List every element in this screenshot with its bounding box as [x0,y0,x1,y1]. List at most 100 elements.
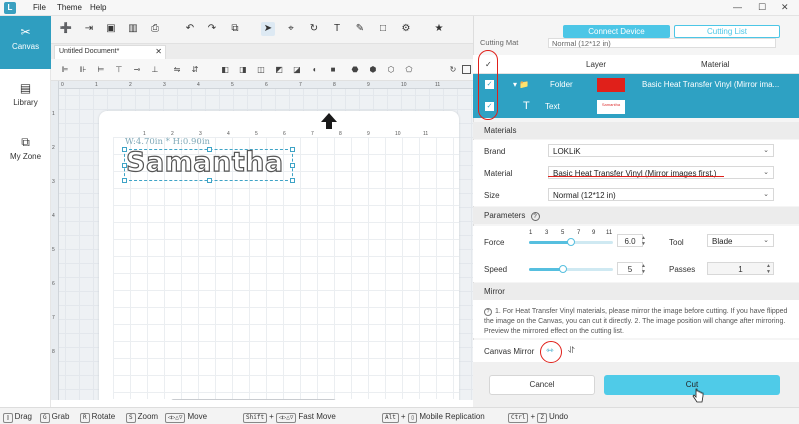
redo-icon[interactable]: ↷ [205,22,219,36]
mirror-vertical-icon[interactable]: ⥯ [568,345,575,356]
align-bottom-icon[interactable]: ⊥ [149,64,161,76]
subtract-icon[interactable]: ◩ [273,64,285,76]
force-slider-knob[interactable] [567,238,575,246]
save-as-icon[interactable]: ▥ [126,22,140,36]
combine-icon[interactable]: ■ [327,64,339,76]
resize-handle[interactable] [207,178,212,183]
flip-vertical-icon[interactable]: ⇵ [189,64,201,76]
align-left-icon[interactable]: ⊫ [59,64,71,76]
stepper-down-icon[interactable]: ▼ [641,270,646,275]
stepper-down-icon[interactable]: ▼ [766,270,771,275]
new-file-icon[interactable]: ➕ [59,22,73,36]
force-input[interactable]: 6.0 [617,234,643,247]
ruler-tick-label: 1 [52,111,55,117]
tool-select[interactable]: Blade ⌄ [707,234,774,247]
resize-handle[interactable] [290,147,295,152]
intersect-icon[interactable]: ◪ [291,64,303,76]
undo-icon[interactable]: ↶ [183,22,197,36]
passes-label: Passes [669,265,696,274]
group-icon[interactable]: ◧ [219,64,231,76]
passes-input[interactable]: 1 [707,262,774,275]
design-text-samantha[interactable]: Samantha [125,146,283,178]
resize-handle[interactable] [290,163,295,168]
layer-color-swatch[interactable] [597,78,625,92]
select-tool-icon[interactable]: ➤ [261,22,275,36]
align-right-icon[interactable]: ⊨ [95,64,107,76]
duplicate-icon[interactable]: ⧉ [228,22,242,36]
save-icon[interactable]: ▣ [104,22,118,36]
force-tick: 11 [606,230,613,236]
ruler-tick-label: 5 [52,247,55,253]
info-icon[interactable]: ? [530,212,540,221]
import-icon[interactable]: ⇥ [82,22,96,36]
favorite-icon[interactable]: ★ [432,22,446,36]
pen-tool-icon[interactable]: ✎ [353,22,367,36]
layer-thumbnail[interactable]: Samantha [597,100,625,114]
refresh-icon[interactable]: ↻ [447,64,459,76]
speed-slider-knob[interactable] [558,265,567,273]
close-tab-icon[interactable]: ✕ [155,47,162,56]
print-icon[interactable]: ⎙ [148,22,162,36]
rotate-tool-icon[interactable]: ↻ [307,22,321,36]
bring-front-icon[interactable]: ⬣ [349,64,361,76]
exclude-icon[interactable]: ◐ [309,64,321,76]
nav-my-zone[interactable]: ⧉ My Zone [0,126,51,179]
text-tool-icon[interactable]: T [330,22,344,36]
status-rotate: R Rotate [80,412,115,423]
settings-tool-icon[interactable]: ⚙ [399,22,413,36]
layer-column-header: Layer [586,60,607,69]
weld-icon[interactable]: ◫ [255,64,267,76]
cutting-list-button[interactable]: Cutting List [674,25,780,38]
ruler-tick-label: 8 [339,131,342,137]
resize-handle[interactable] [122,178,127,183]
bring-forward-icon[interactable]: ⬢ [367,64,379,76]
layer-row-text[interactable]: ✓ T Text Samantha [473,96,799,118]
force-slider[interactable] [529,238,613,246]
shape-tool-icon[interactable]: □ [376,22,390,36]
speed-input[interactable]: 5 [617,262,643,275]
layer-row-folder[interactable]: ✓ ▾ 📁 Folder Basic Heat Transfer Vinyl (… [473,74,799,96]
menu-file[interactable]: File [33,3,46,12]
status-bar: ▯ Drag G Grab R Rotate S Zoom ◁▷△▽ Move Shift… [0,407,799,424]
canvas-mirror-label: Canvas Mirror [484,347,535,356]
align-middle-icon[interactable]: ⊸ [131,64,143,76]
align-top-icon[interactable]: ⊤ [113,64,125,76]
nav-library[interactable]: ▤ Library [0,72,51,125]
mirror-section-title: Mirror [473,283,799,300]
menu-help[interactable]: Help [90,3,106,12]
maximize-button[interactable]: ☐ [758,2,766,13]
status-mobile-replication: Alt + ▯ Mobile Replication [382,412,485,423]
minimize-button[interactable]: — [733,2,742,12]
nav-canvas[interactable]: ✂ Canvas [0,16,51,69]
cancel-button[interactable]: Cancel [489,375,595,395]
force-row: Force 1 3 5 7 9 11 6.0 ▲ ▼ Tool Blade ⌄ [473,226,799,258]
close-button[interactable]: ✕ [781,2,789,13]
menu-theme[interactable]: Theme [57,3,82,12]
material-select[interactable]: Basic Heat Transfer Vinyl (Mirror images… [548,166,774,179]
cutting-mat-select[interactable]: Normal (12*12 in) [548,38,776,48]
annotation-circle-mirror [540,341,562,363]
send-back-icon[interactable]: ⬠ [403,64,415,76]
design-canvas[interactable]: 0 1 2 3 4 5 6 7 8 9 10 11 1 2 3 4 5 6 7 8 9 10 11 12345678 W:… [51,81,473,400]
canvas-mirror-row: Canvas Mirror ⇿ ⥯ [473,340,799,362]
force-tick: 3 [545,230,549,236]
size-select[interactable]: Normal (12*12 in) ⌄ [548,188,774,201]
node-edit-icon[interactable]: ⌖ [284,22,298,36]
ungroup-icon[interactable]: ◨ [237,64,249,76]
brand-select[interactable]: LOKLiK ⌄ [548,144,774,157]
resize-handle[interactable] [290,178,295,183]
ruler-tick-label: 5 [255,131,258,137]
stepper-down-icon[interactable]: ▼ [641,242,646,247]
panel-toggle-icon[interactable] [462,65,471,74]
ruler-tick-label: 10 [401,82,407,88]
annotation-underline-material [548,176,724,177]
flip-horizontal-icon[interactable]: ⇋ [171,64,183,76]
speed-slider[interactable] [529,265,613,273]
arrow-keys-icon: ◁▷△▽ [275,413,297,423]
horizontal-scrollbar[interactable] [171,399,336,400]
ruler-tick-label: 4 [197,82,200,88]
send-backward-icon[interactable]: ⬡ [385,64,397,76]
align-center-icon[interactable]: ⊪ [77,64,89,76]
connect-device-button[interactable]: Connect Device [563,25,670,38]
document-tab[interactable]: Untitled Document* ✕ [54,45,166,59]
